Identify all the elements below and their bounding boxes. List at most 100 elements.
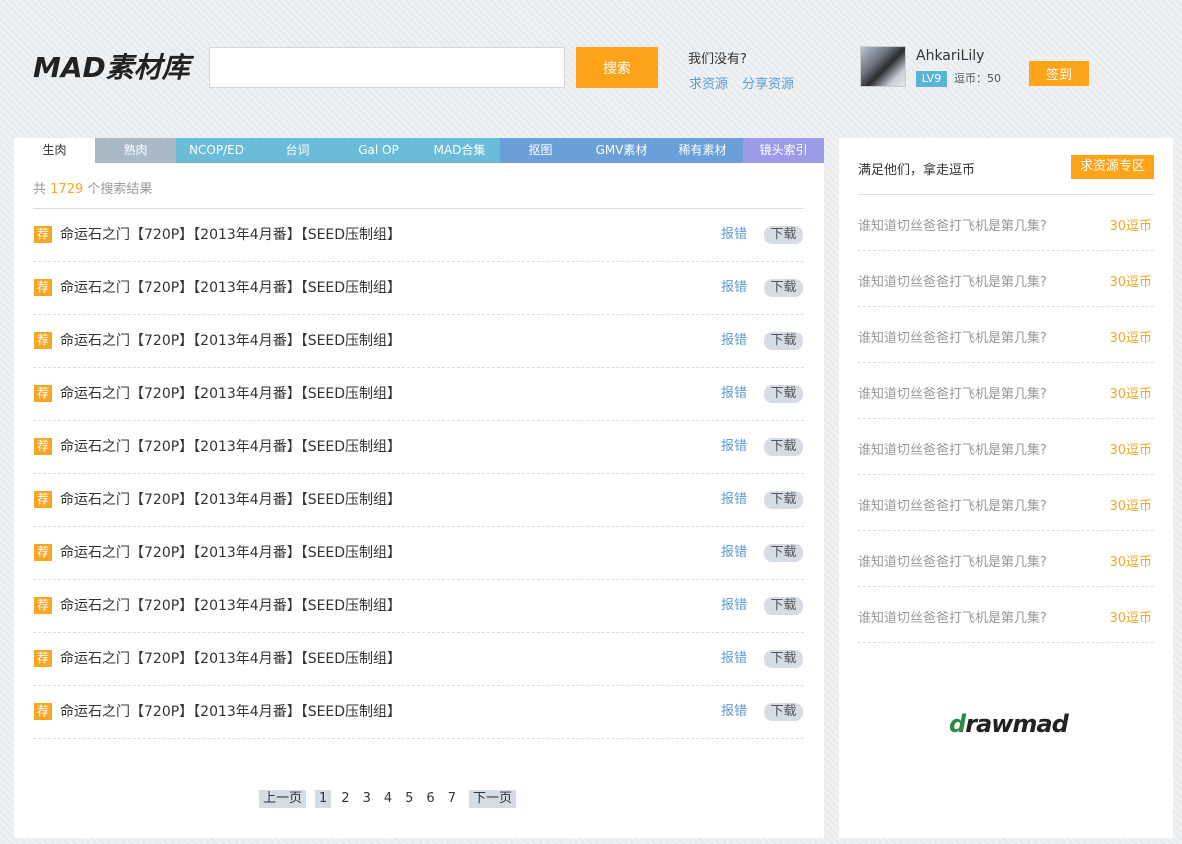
request-item[interactable]: 谁知道切丝爸爸打飞机是第几集? 30逗币 <box>858 531 1154 587</box>
prev-page-button[interactable]: 上一页 <box>259 790 307 808</box>
tab-0[interactable]: 生肉 <box>14 138 95 163</box>
drawmad-logo-rest: rawmad <box>965 710 1069 738</box>
request-reward: 30逗币 <box>1109 443 1152 458</box>
report-error-link[interactable]: 报错 <box>721 386 747 402</box>
recommended-badge: 荐 <box>34 226 52 243</box>
report-error-link[interactable]: 报错 <box>721 333 747 349</box>
request-reward: 30逗币 <box>1109 331 1152 346</box>
tab-2[interactable]: NCOP/ED <box>176 138 257 163</box>
tab-1[interactable]: 熟肉 <box>95 138 176 163</box>
result-list: 荐命运石之门【720P】【2013年4月番】【SEED压制组】 报错 下载荐命运石之… <box>33 209 804 739</box>
recommended-badge: 荐 <box>34 279 52 296</box>
page-number[interactable]: 4 <box>384 790 392 808</box>
list-item: 荐命运石之门【720P】【2013年4月番】【SEED压制组】 报错 下载 <box>33 580 804 633</box>
list-item: 荐命运石之门【720P】【2013年4月番】【SEED压制组】 报错 下载 <box>33 633 804 686</box>
request-question: 谁知道切丝爸爸打飞机是第几集? <box>858 443 1047 458</box>
pagination: 上一页 1 2 3 4 5 6 7 下一页 <box>259 790 525 808</box>
list-item: 荐命运石之门【720P】【2013年4月番】【SEED压制组】 报错 下载 <box>33 209 804 262</box>
resource-title[interactable]: 命运石之门【720P】【2013年4月番】【SEED压制组】 <box>60 385 401 403</box>
report-error-link[interactable]: 报错 <box>721 651 747 667</box>
request-reward: 30逗币 <box>1109 219 1152 234</box>
recommended-badge: 荐 <box>34 385 52 402</box>
download-button[interactable]: 下载 <box>764 385 803 403</box>
page-number[interactable]: 2 <box>341 790 349 808</box>
resource-title[interactable]: 命运石之门【720P】【2013年4月番】【SEED压制组】 <box>60 332 401 350</box>
report-error-link[interactable]: 报错 <box>721 704 747 720</box>
request-item[interactable]: 谁知道切丝爸爸打飞机是第几集? 30逗币 <box>858 475 1154 531</box>
username[interactable]: AhkariLily <box>916 48 984 64</box>
download-button[interactable]: 下载 <box>764 332 803 350</box>
site-logo[interactable]: MAD素材库 <box>33 50 190 86</box>
tab-5[interactable]: MAD合集 <box>419 138 500 163</box>
resource-title[interactable]: 命运石之门【720P】【2013年4月番】【SEED压制组】 <box>60 544 401 562</box>
request-item[interactable]: 谁知道切丝爸爸打飞机是第几集? 30逗币 <box>858 363 1154 419</box>
request-item[interactable]: 谁知道切丝爸爸打飞机是第几集? 30逗币 <box>858 307 1154 363</box>
coin-balance: 逗币：50 <box>954 72 1001 85</box>
missing-resource-title: 我们没有? <box>688 52 747 67</box>
download-button[interactable]: 下载 <box>764 279 803 297</box>
request-item[interactable]: 谁知道切丝爸爸打飞机是第几集? 30逗币 <box>858 195 1154 251</box>
list-item: 荐命运石之门【720P】【2013年4月番】【SEED压制组】 报错 下载 <box>33 315 804 368</box>
report-error-link[interactable]: 报错 <box>721 227 747 243</box>
request-question: 谁知道切丝爸爸打飞机是第几集? <box>858 555 1047 570</box>
resource-title[interactable]: 命运石之门【720P】【2013年4月番】【SEED压制组】 <box>60 650 401 668</box>
result-count-number: 1729 <box>50 182 84 197</box>
sidebar-title: 满足他们，拿走逗币 <box>858 163 976 178</box>
report-error-link[interactable]: 报错 <box>721 545 747 561</box>
recommended-badge: 荐 <box>34 491 52 508</box>
request-zone-button[interactable]: 求资源专区 <box>1071 155 1154 179</box>
request-sidebar: 满足他们，拿走逗币 求资源专区 谁知道切丝爸爸打飞机是第几集? 30逗币 谁知道切丝… <box>839 138 1173 838</box>
request-question: 谁知道切丝爸爸打飞机是第几集? <box>858 499 1047 514</box>
tab-7[interactable]: GMV素材 <box>581 138 662 163</box>
resource-title[interactable]: 命运石之门【720P】【2013年4月番】【SEED压制组】 <box>60 226 401 244</box>
request-resource-link[interactable]: 求资源 <box>689 77 728 92</box>
next-page-button[interactable]: 下一页 <box>468 790 516 808</box>
result-count-prefix: 共 <box>33 182 47 197</box>
download-button[interactable]: 下载 <box>764 703 803 721</box>
request-item[interactable]: 谁知道切丝爸爸打飞机是第几集? 30逗币 <box>858 587 1154 643</box>
request-reward: 30逗币 <box>1109 611 1152 626</box>
resource-title[interactable]: 命运石之门【720P】【2013年4月番】【SEED压制组】 <box>60 597 401 615</box>
report-error-link[interactable]: 报错 <box>721 280 747 296</box>
avatar[interactable] <box>860 46 906 87</box>
tab-6[interactable]: 抠图 <box>500 138 581 163</box>
share-resource-link[interactable]: 分享资源 <box>742 77 794 92</box>
tab-8[interactable]: 稀有素材 <box>662 138 743 163</box>
download-button[interactable]: 下载 <box>764 491 803 509</box>
request-list: 谁知道切丝爸爸打飞机是第几集? 30逗币 谁知道切丝爸爸打飞机是第几集? 30逗币 谁知… <box>858 195 1154 643</box>
resource-title[interactable]: 命运石之门【720P】【2013年4月番】【SEED压制组】 <box>60 438 401 456</box>
download-button[interactable]: 下载 <box>764 650 803 668</box>
search-button[interactable]: 搜索 <box>576 47 658 88</box>
request-question: 谁知道切丝爸爸打飞机是第几集? <box>858 611 1047 626</box>
page-number[interactable]: 7 <box>448 790 456 808</box>
report-error-link[interactable]: 报错 <box>721 492 747 508</box>
page-number[interactable]: 1 <box>315 790 332 808</box>
tab-9[interactable]: 镜头索引 <box>743 138 824 163</box>
tab-4[interactable]: Gal OP <box>338 138 419 163</box>
result-count-suffix: 个搜索结果 <box>87 182 153 197</box>
search-input[interactable] <box>209 47 565 88</box>
report-error-link[interactable]: 报错 <box>721 598 747 614</box>
list-item: 荐命运石之门【720P】【2013年4月番】【SEED压制组】 报错 下载 <box>33 262 804 315</box>
recommended-badge: 荐 <box>34 544 52 561</box>
report-error-link[interactable]: 报错 <box>721 439 747 455</box>
download-button[interactable]: 下载 <box>764 226 803 244</box>
download-button[interactable]: 下载 <box>764 438 803 456</box>
recommended-badge: 荐 <box>34 438 52 455</box>
page-number[interactable]: 5 <box>405 790 413 808</box>
result-count: 共 1729 个搜索结果 <box>33 178 152 197</box>
resource-title[interactable]: 命运石之门【720P】【2013年4月番】【SEED压制组】 <box>60 279 401 297</box>
list-item: 荐命运石之门【720P】【2013年4月番】【SEED压制组】 报错 下载 <box>33 421 804 474</box>
page-number[interactable]: 6 <box>426 790 434 808</box>
level-badge: LV9 <box>916 71 947 87</box>
resource-title[interactable]: 命运石之门【720P】【2013年4月番】【SEED压制组】 <box>60 703 401 721</box>
request-item[interactable]: 谁知道切丝爸爸打飞机是第几集? 30逗币 <box>858 251 1154 307</box>
download-button[interactable]: 下载 <box>764 544 803 562</box>
download-button[interactable]: 下载 <box>764 597 803 615</box>
tab-3[interactable]: 台词 <box>257 138 338 163</box>
request-item[interactable]: 谁知道切丝爸爸打飞机是第几集? 30逗币 <box>858 419 1154 475</box>
resource-title[interactable]: 命运石之门【720P】【2013年4月番】【SEED压制组】 <box>60 491 401 509</box>
list-item: 荐命运石之门【720P】【2013年4月番】【SEED压制组】 报错 下载 <box>33 474 804 527</box>
signin-button[interactable]: 签到 <box>1029 61 1089 86</box>
page-number[interactable]: 3 <box>363 790 371 808</box>
